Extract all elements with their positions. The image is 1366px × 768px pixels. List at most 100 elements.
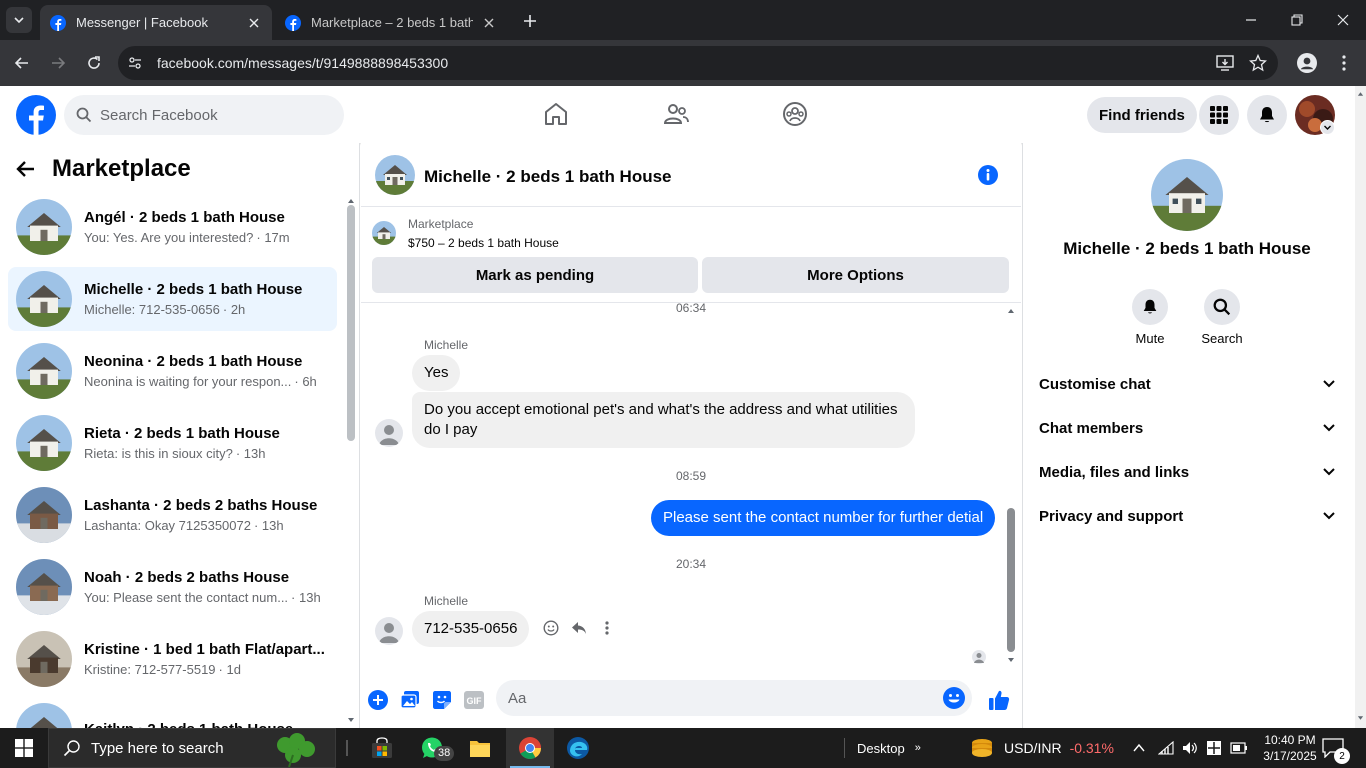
find-friends-button[interactable]: Find friends [1087, 97, 1197, 133]
sender-avatar[interactable] [375, 617, 403, 645]
forward-button[interactable] [44, 49, 72, 77]
scroll-up-arrow-icon[interactable] [347, 197, 355, 205]
search-action[interactable]: Search [1194, 289, 1250, 346]
like-thumb-icon[interactable] [986, 687, 1012, 713]
privacy-support-section[interactable]: Privacy and support [1031, 494, 1343, 538]
conversation-item[interactable]: Kristine · 1 bed 1 bath Flat/apart... Kri… [8, 627, 337, 691]
contact-avatar[interactable] [1151, 159, 1223, 231]
gif-icon[interactable]: GIF [461, 687, 487, 713]
mark-as-pending-button[interactable]: Mark as pending [372, 257, 698, 293]
message-thread-scrollbar[interactable] [1007, 508, 1015, 652]
conversation-time: · 17m [256, 230, 290, 245]
groups-nav-button[interactable] [775, 94, 815, 134]
chat-members-section[interactable]: Chat members [1031, 406, 1343, 450]
sender-avatar[interactable] [375, 419, 403, 447]
info-icon[interactable] [977, 164, 999, 186]
friends-nav-button[interactable] [656, 94, 696, 134]
facebook-search-box[interactable] [64, 95, 344, 135]
desktop-toolbar[interactable]: Desktop » [844, 728, 921, 768]
more-actions-icon[interactable] [593, 614, 621, 642]
emoji-icon[interactable] [942, 686, 966, 710]
outgoing-message-bubble[interactable]: Please sent the contact number for furth… [651, 500, 996, 536]
profile-button[interactable] [1293, 49, 1321, 77]
tab-marketplace[interactable]: Marketplace – 2 beds 1 bath House [275, 5, 507, 40]
chevron-double-right-icon[interactable]: » [915, 742, 921, 754]
scroll-down-arrow-icon[interactable] [347, 716, 355, 724]
network-icon[interactable] [1158, 741, 1174, 755]
notifications-button[interactable] [1247, 95, 1287, 135]
security-icon[interactable] [1206, 740, 1222, 756]
more-options-button[interactable]: More Options [702, 257, 1009, 293]
edge-taskbar-icon[interactable] [554, 728, 602, 768]
page-scrollbar[interactable] [1355, 86, 1366, 728]
clock[interactable]: 10:40 PM 3/17/2025 [1255, 728, 1325, 768]
chat-panel: Michelle · 2 beds 1 bath House Marketpla… [361, 143, 1021, 728]
conversation-item[interactable]: Neonina · 2 beds 1 bath House Neonina is … [8, 339, 337, 403]
search-circle[interactable] [1204, 289, 1240, 325]
conversation-name: Neonina · 2 beds 1 bath House [84, 353, 303, 370]
conversation-item[interactable]: Kaitlyn · 2 beds 1 bath House [8, 699, 337, 728]
file-explorer-taskbar-icon[interactable] [456, 728, 504, 768]
start-button[interactable] [0, 728, 48, 768]
address-bar[interactable]: facebook.com/messages/t/9149888898453300 [118, 46, 1278, 80]
scroll-up-arrow-icon[interactable] [1007, 307, 1015, 315]
battery-icon[interactable] [1230, 742, 1248, 754]
chevron-up-icon[interactable] [1132, 741, 1146, 755]
conversation-text: Kristine · 1 bed 1 bath Flat/apart... Kri… [84, 641, 329, 677]
back-arrow-icon[interactable] [16, 159, 36, 179]
conversation-thumbnail [16, 703, 72, 728]
tab-messenger[interactable]: Messenger | Facebook [40, 5, 272, 40]
facebook-search-input[interactable] [100, 106, 320, 124]
close-window-button[interactable] [1320, 0, 1366, 40]
message-input[interactable] [508, 680, 928, 716]
bookmark-button[interactable] [1244, 49, 1272, 77]
more-actions-plus-icon[interactable] [365, 687, 391, 713]
facebook-logo-icon[interactable] [16, 95, 56, 135]
conversation-item[interactable]: Noah · 2 beds 2 baths House You: Please s… [8, 555, 337, 619]
ticker-widget[interactable]: USD/INR -0.31% [970, 728, 1114, 768]
sticker-icon[interactable] [429, 687, 455, 713]
tab-search-button[interactable] [6, 7, 32, 33]
listing-price[interactable]: $750 – 2 beds 1 bath House [408, 236, 559, 250]
message-bubble[interactable]: Do you accept emotional pet's and what's… [412, 392, 915, 448]
taskbar-search-box[interactable]: Type here to search [48, 728, 336, 768]
url-text: facebook.com/messages/t/9149888898453300 [157, 55, 449, 71]
notification-center-button[interactable]: 2 [1322, 728, 1350, 768]
mute-action[interactable]: Mute [1122, 289, 1178, 346]
message-bubble[interactable]: 712-535-0656 [412, 611, 530, 647]
attach-photo-icon[interactable] [397, 687, 423, 713]
back-button[interactable] [8, 49, 36, 77]
conversation-item[interactable]: Rieta · 2 beds 1 bath House Rieta: is thi… [8, 411, 337, 475]
listing-thumbnail[interactable] [372, 221, 396, 245]
account-chevron-icon[interactable] [1320, 120, 1335, 135]
conversation-list-scrollbar[interactable] [347, 205, 355, 441]
customise-chat-section[interactable]: Customise chat [1031, 362, 1343, 406]
minimize-button[interactable] [1228, 0, 1274, 40]
react-icon[interactable] [537, 614, 565, 642]
whatsapp-taskbar-icon[interactable]: 38 [408, 728, 456, 768]
chat-avatar[interactable] [375, 155, 415, 195]
scroll-down-arrow-icon[interactable] [1007, 656, 1015, 664]
close-tab-icon[interactable] [481, 15, 497, 31]
conversation-item[interactable]: Lashanta · 2 beds 2 baths House Lashanta:… [8, 483, 337, 547]
conversation-item[interactable]: Michelle · 2 beds 1 bath House Michelle: … [8, 267, 337, 331]
restore-button[interactable] [1274, 0, 1320, 40]
message-input-box[interactable] [496, 680, 972, 716]
chrome-taskbar-icon[interactable] [506, 728, 554, 768]
reply-icon[interactable] [565, 614, 593, 642]
media-files-links-section[interactable]: Media, files and links [1031, 450, 1343, 494]
site-info-icon[interactable] [118, 46, 152, 80]
message-bubble[interactable]: Yes [412, 355, 461, 391]
reload-button[interactable] [80, 49, 108, 77]
close-tab-icon[interactable] [246, 15, 262, 31]
chat-title[interactable]: Michelle · 2 beds 1 bath House [424, 167, 672, 187]
browser-menu-button[interactable] [1330, 49, 1358, 77]
ms-store-taskbar-icon[interactable] [358, 728, 406, 768]
new-tab-button[interactable] [518, 9, 542, 33]
volume-icon[interactable] [1182, 741, 1198, 755]
install-app-button[interactable] [1211, 49, 1239, 77]
conversation-item[interactable]: Angél · 2 beds 1 bath House You: Yes. Are… [8, 195, 337, 259]
menu-button[interactable] [1199, 95, 1239, 135]
mute-circle[interactable] [1132, 289, 1168, 325]
home-nav-button[interactable] [536, 94, 576, 134]
